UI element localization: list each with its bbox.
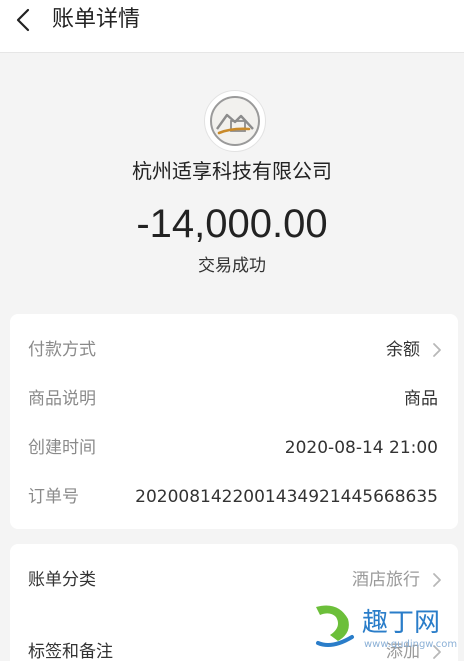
transaction-amount: -14,000.00: [136, 202, 328, 246]
row-label: 商品说明: [28, 389, 96, 409]
detail-card: 付款方式 余额 商品说明 商品 创建时间 2020-08-14 21:00 订单…: [10, 314, 458, 529]
watermark-text: 趣丁网: [362, 608, 440, 638]
chevron-right-icon: [433, 573, 441, 587]
row-value: 商品: [404, 389, 438, 409]
row-value: 2020081422001434921445668635: [135, 487, 438, 507]
watermark-logo: 趣丁网 www.qudingw.com: [316, 605, 457, 650]
row-created-time: 创建时间 2020-08-14 21:00: [10, 424, 458, 472]
row-value: 2020-08-14 21:00: [284, 438, 438, 458]
row-label: 账单分类: [28, 570, 96, 590]
watermark-url: www.qudingw.com: [364, 639, 457, 650]
row-label: 订单号: [28, 487, 79, 507]
chevron-left-icon[interactable]: [10, 6, 38, 34]
row-product-desc: 商品说明 商品: [10, 375, 458, 423]
merchant-logo: [204, 90, 266, 152]
top-bar: 账单详情: [0, 0, 464, 53]
bill-detail-page: 账单详情 杭州适享科技有限公司 -14,000.00 交易成功 付款方式 余额 …: [0, 0, 464, 661]
row-value: 余额: [386, 340, 420, 360]
row-order-number: 订单号 2020081422001434921445668635: [10, 473, 458, 521]
row-label: 创建时间: [28, 438, 96, 458]
transaction-status: 交易成功: [198, 256, 266, 276]
house-logo-icon: [210, 96, 260, 146]
page-title: 账单详情: [52, 7, 141, 32]
row-label: 付款方式: [28, 340, 96, 360]
row-payment-method[interactable]: 付款方式 余额: [10, 326, 458, 374]
merchant-name: 杭州适享科技有限公司: [132, 159, 332, 183]
row-label: 标签和备注: [28, 642, 113, 661]
chevron-right-icon: [433, 343, 441, 357]
